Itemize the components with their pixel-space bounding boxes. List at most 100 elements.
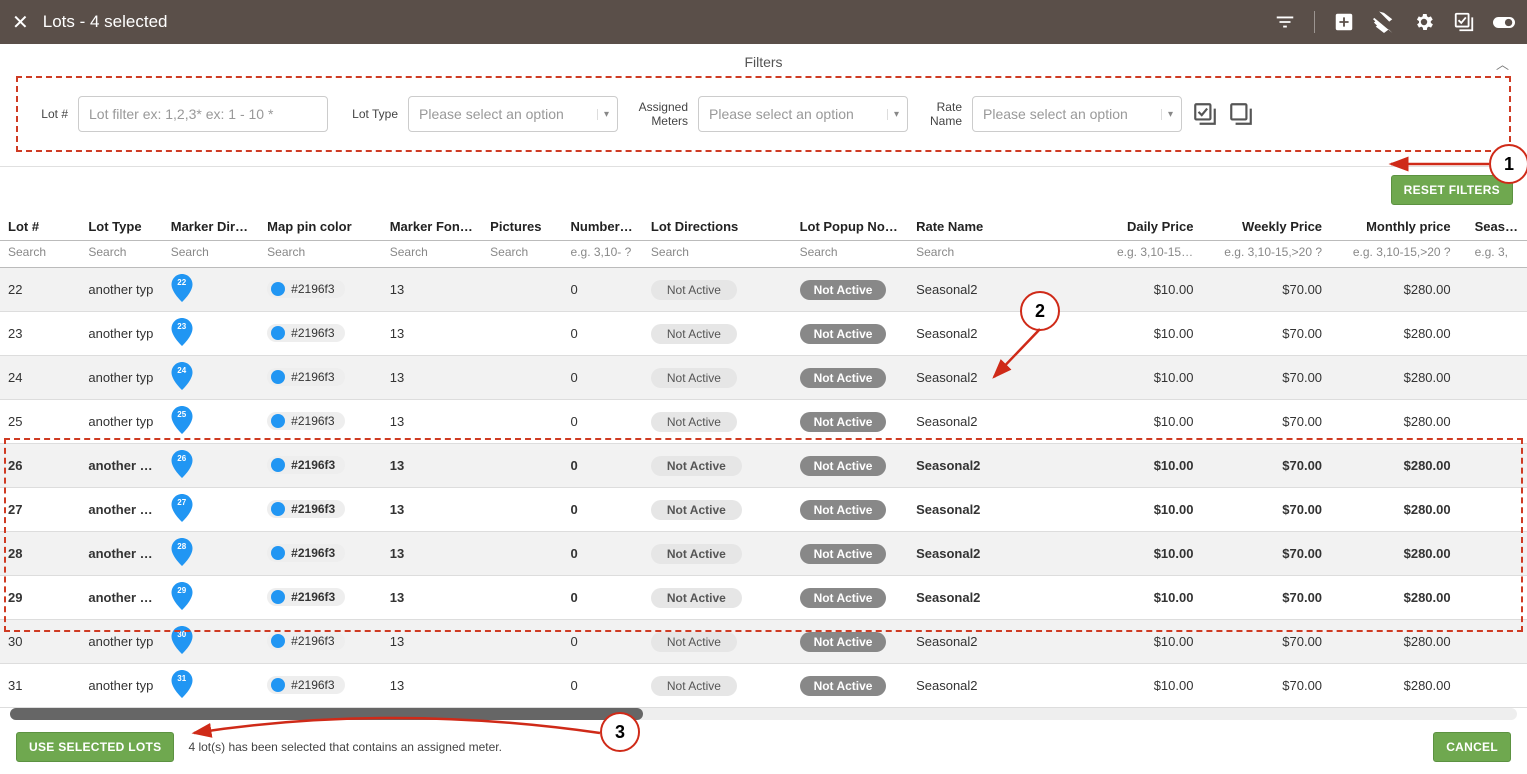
col-header[interactable]: Marker Font Size (382, 213, 482, 241)
cell-pics (482, 400, 562, 444)
cell-type: another typ (80, 620, 162, 664)
col-header[interactable]: Lot Type (80, 213, 162, 241)
cell-monthly: $280.00 (1338, 664, 1467, 708)
cell-lot: 28 (0, 532, 80, 576)
cell-npics: 0 (563, 356, 643, 400)
meters-select[interactable]: Please select an option▾ (698, 96, 908, 132)
toggle-icon[interactable] (1493, 11, 1515, 33)
collapse-icon[interactable]: ︿ (1496, 54, 1509, 73)
col-search[interactable]: Search (259, 241, 382, 268)
reset-filters-button[interactable]: RESET FILTERS (1391, 175, 1513, 205)
filter-icon[interactable] (1274, 11, 1296, 33)
filters-panel: Filters ︿ Lot # Lot Type Please select a… (0, 44, 1527, 167)
close-icon[interactable]: ✕ (12, 10, 29, 35)
lottype-select[interactable]: Please select an option▾ (408, 96, 618, 132)
col-header[interactable]: Season (1467, 213, 1527, 241)
cell-marker: 27 (163, 488, 259, 532)
col-search[interactable]: Search (482, 241, 562, 268)
col-header[interactable]: Marker Direction (163, 213, 259, 241)
col-header[interactable]: Daily Price (1109, 213, 1209, 241)
status-badge: Not Active (651, 368, 737, 388)
cell-lot: 29 (0, 576, 80, 620)
cell-font: 13 (382, 620, 482, 664)
status-badge: Not Active (651, 632, 737, 652)
cell-npics: 0 (563, 620, 643, 664)
col-search[interactable]: e.g. 3,10-15, ? (1109, 241, 1209, 268)
cell-color: #2196f3 (259, 576, 382, 620)
col-header[interactable]: Monthly price (1338, 213, 1467, 241)
cell-season (1467, 576, 1527, 620)
col-header[interactable]: Rate Name (908, 213, 1109, 241)
col-search[interactable]: Search (0, 241, 80, 268)
col-header[interactable]: Lot # (0, 213, 80, 241)
cell-monthly: $280.00 (1338, 444, 1467, 488)
col-header[interactable]: Number of p (563, 213, 643, 241)
cell-color: #2196f3 (259, 620, 382, 664)
cell-font: 13 (382, 488, 482, 532)
cancel-button[interactable]: CANCEL (1433, 732, 1511, 762)
status-badge: Not Active (800, 632, 887, 652)
col-header[interactable]: Map pin color (259, 213, 382, 241)
table-row[interactable]: 28another typ28#2196f3130Not ActiveNot A… (0, 532, 1527, 576)
col-search[interactable]: Search (163, 241, 259, 268)
table-row[interactable]: 30another typ30#2196f3130Not ActiveNot A… (0, 620, 1527, 664)
col-search[interactable]: e.g. 3,10-15,>20 ? (1338, 241, 1467, 268)
col-search[interactable]: e.g. 3, (1467, 241, 1527, 268)
cell-dir: Not Active (643, 444, 792, 488)
horizontal-scrollbar[interactable] (10, 708, 1517, 720)
gear-icon[interactable] (1413, 11, 1435, 33)
col-header[interactable]: Weekly Price (1209, 213, 1338, 241)
cell-color: #2196f3 (259, 664, 382, 708)
col-search[interactable]: e.g. 3,10-15,>20 ? (1209, 241, 1338, 268)
table-row[interactable]: 27another typ27#2196f3130Not ActiveNot A… (0, 488, 1527, 532)
cell-pics (482, 620, 562, 664)
cell-popup: Not Active (792, 620, 909, 664)
uncheck-all-icon[interactable] (1228, 101, 1254, 127)
check-all-icon[interactable] (1192, 101, 1218, 127)
table-row[interactable]: 25another typ25#2196f3130Not ActiveNot A… (0, 400, 1527, 444)
table-row[interactable]: 26another typ26#2196f3130Not ActiveNot A… (0, 444, 1527, 488)
use-selected-button[interactable]: USE SELECTED LOTS (16, 732, 174, 762)
cell-type: another typ (80, 488, 162, 532)
col-search[interactable]: e.g. 3,10- ? (563, 241, 643, 268)
status-badge: Not Active (651, 324, 737, 344)
color-chip: #2196f3 (267, 544, 345, 562)
color-chip: #2196f3 (267, 280, 344, 298)
col-search[interactable]: Search (382, 241, 482, 268)
cell-font: 13 (382, 444, 482, 488)
col-header[interactable]: Pictures (482, 213, 562, 241)
cell-lot: 26 (0, 444, 80, 488)
rate-select[interactable]: Please select an option▾ (972, 96, 1182, 132)
cell-marker: 25 (163, 400, 259, 444)
status-badge: Not Active (800, 544, 887, 564)
cell-season (1467, 356, 1527, 400)
table-row[interactable]: 31another typ31#2196f3130Not ActiveNot A… (0, 664, 1527, 708)
col-header[interactable]: Lot Popup Notificat (792, 213, 909, 241)
titlebar: ✕ Lots - 4 selected (0, 0, 1527, 44)
table-row[interactable]: 23another typ23#2196f3130Not ActiveNot A… (0, 312, 1527, 356)
col-search[interactable]: Search (80, 241, 162, 268)
col-search[interactable]: Search (908, 241, 1109, 268)
cell-color: #2196f3 (259, 312, 382, 356)
cell-rate: Seasonal2 (908, 620, 1109, 664)
cell-season (1467, 444, 1527, 488)
cell-marker: 22 (163, 268, 259, 312)
cell-rate: Seasonal2 (908, 488, 1109, 532)
table-row[interactable]: 22another typ22#2196f3130Not ActiveNot A… (0, 268, 1527, 312)
cell-marker: 29 (163, 576, 259, 620)
col-search[interactable]: Search (792, 241, 909, 268)
cell-monthly: $280.00 (1338, 488, 1467, 532)
table-row[interactable]: 24another typ24#2196f3130Not ActiveNot A… (0, 356, 1527, 400)
cell-popup: Not Active (792, 356, 909, 400)
cell-dir: Not Active (643, 620, 792, 664)
col-header[interactable]: Lot Directions (643, 213, 792, 241)
layers-clear-icon[interactable] (1373, 11, 1395, 33)
lot-filter-input[interactable] (78, 96, 328, 132)
select-all-icon[interactable] (1453, 11, 1475, 33)
add-box-icon[interactable] (1333, 11, 1355, 33)
chevron-down-icon: ▾ (887, 109, 899, 120)
col-search[interactable]: Search (643, 241, 792, 268)
cell-npics: 0 (563, 532, 643, 576)
cell-popup: Not Active (792, 268, 909, 312)
table-row[interactable]: 29another typ29#2196f3130Not ActiveNot A… (0, 576, 1527, 620)
